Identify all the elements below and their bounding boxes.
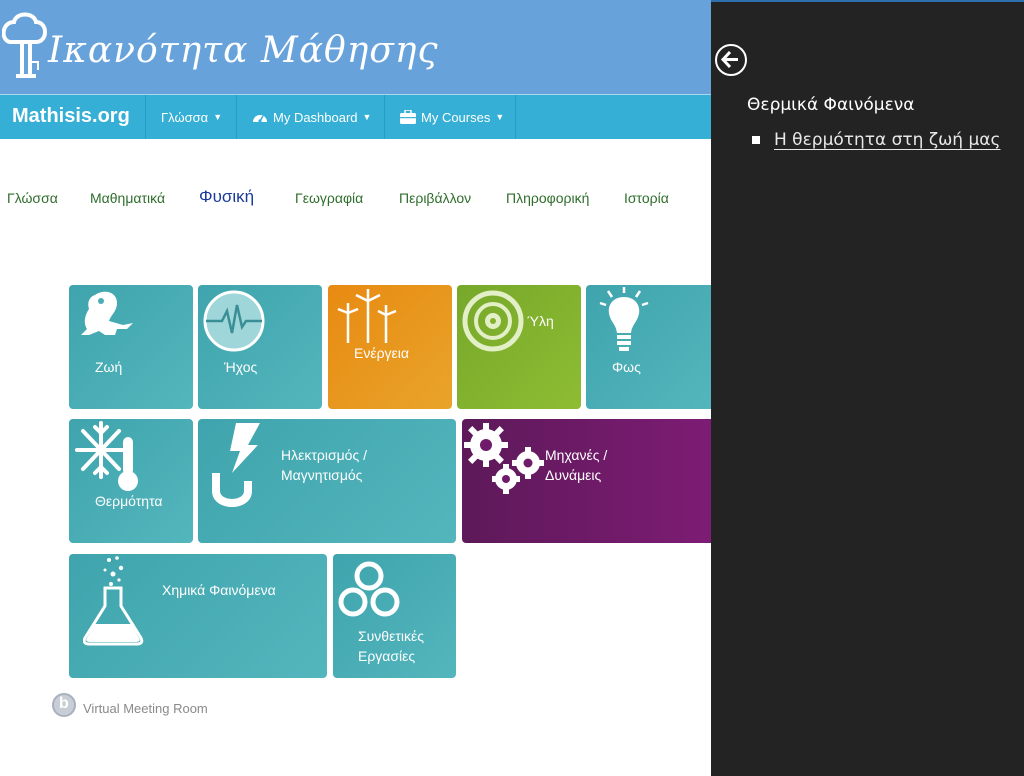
magnet-lightning-icon <box>212 423 260 507</box>
tile-light[interactable]: Φως <box>586 285 711 409</box>
language-menu-label: Γλώσσα <box>161 109 209 125</box>
subject-tab-history[interactable]: Ιστορία <box>624 190 669 206</box>
tile-machines[interactable]: Μηχανές / Δυνάμεις <box>462 419 711 543</box>
subject-tab-physics[interactable]: Φυσική <box>199 187 254 207</box>
dashboard-menu-label: My Dashboard <box>273 109 358 125</box>
waveform-icon <box>203 290 265 352</box>
language-menu-button[interactable]: Γλώσσα ▼ <box>146 95 237 139</box>
tile-heat[interactable]: Θερμότητα <box>69 419 193 543</box>
tile-synthetic-label-2: Εργασίες <box>358 648 416 664</box>
subject-tab-language[interactable]: Γλώσσα <box>7 190 58 206</box>
back-button[interactable] <box>715 44 747 76</box>
gears-icon <box>464 423 544 494</box>
tile-energy[interactable]: Ενέργεια <box>328 285 452 409</box>
tile-life-label: Ζωή <box>95 359 123 375</box>
main-navbar: Mathisis.org Γλώσσα ▼ My Dashboard ▼ My … <box>0 94 711 139</box>
site-logo-text[interactable]: Ικανότητα Μάθησης <box>48 30 439 71</box>
tile-life[interactable]: Ζωή <box>69 285 193 409</box>
bigbluebutton-icon[interactable]: b <box>52 693 76 717</box>
tile-synthetic[interactable]: Συνθετικές Εργασίες <box>333 554 456 678</box>
subject-tab-informatics[interactable]: Πληροφορική <box>506 190 589 206</box>
courses-menu-label: My Courses <box>421 109 491 125</box>
caret-down-icon: ▼ <box>495 112 505 122</box>
wind-turbines-icon <box>337 289 397 343</box>
tile-heat-label: Θερμότητα <box>95 493 163 509</box>
caret-down-icon: ▼ <box>362 112 372 122</box>
frog-icon <box>81 291 133 335</box>
page: Ικανότητα Μάθησης Mathisis.org Γλώσσα ▼ … <box>0 0 1024 776</box>
arrow-left-icon <box>720 50 738 69</box>
subject-tab-environment[interactable]: Περιβάλλον <box>399 190 471 206</box>
dashboard-gauge-icon <box>253 115 267 123</box>
subject-tab-math[interactable]: Μαθηματικά <box>90 190 165 206</box>
tile-machines-label-2: Δυνάμεις <box>545 467 602 483</box>
side-panel: Θερμικά Φαινόμενα Η θερμότητα στη ζωή μα… <box>711 0 1024 776</box>
virtual-meeting-room-link[interactable]: Virtual Meeting Room <box>83 701 208 716</box>
tile-matter-label: Ύλη <box>527 313 554 329</box>
trefoil-knot-icon <box>338 561 400 617</box>
bigbluebutton-icon-letter: b <box>59 695 69 712</box>
tile-chemical-label: Χημικά Φαινόμενα <box>162 582 276 598</box>
site-banner: Ικανότητα Μάθησης <box>0 0 711 94</box>
panel-title: Θερμικά Φαινόμενα <box>747 95 915 115</box>
atom-rings-icon <box>462 290 524 352</box>
bullet-marker <box>752 136 760 144</box>
tile-electricity[interactable]: Ηλεκτρισμός / Μαγνητισμός <box>198 419 456 543</box>
tile-sound[interactable]: Ήχος <box>198 285 322 409</box>
caret-down-icon: ▼ <box>213 112 223 122</box>
tile-synthetic-label-1: Συνθετικές <box>358 628 424 644</box>
tile-energy-label: Ενέργεια <box>354 345 409 361</box>
tree-logo-icon <box>2 12 47 78</box>
nav-divider <box>515 95 516 139</box>
panel-link-heat-in-life[interactable]: Η θερμότητα στη ζωή μας <box>774 130 1001 150</box>
tile-light-label: Φως <box>612 359 641 375</box>
lightbulb-icon <box>599 287 649 351</box>
dashboard-menu-button[interactable]: My Dashboard ▼ <box>237 95 386 139</box>
tile-electricity-label-1: Ηλεκτρισμός / <box>281 447 367 463</box>
flask-icon <box>83 556 144 646</box>
tile-electricity-label-2: Μαγνητισμός <box>281 467 363 483</box>
subject-tab-geography[interactable]: Γεωγραφία <box>295 190 363 206</box>
tile-sound-label: Ήχος <box>224 359 258 375</box>
tile-machines-label-1: Μηχανές / <box>545 447 608 463</box>
tile-matter[interactable]: Ύλη <box>457 285 581 409</box>
briefcase-icon <box>400 110 416 124</box>
brand-link[interactable]: Mathisis.org <box>12 105 130 128</box>
tile-chemical[interactable]: Χημικά Φαινόμενα <box>69 554 327 678</box>
courses-menu-button[interactable]: My Courses ▼ <box>385 95 519 139</box>
snowflake-thermometer-icon <box>75 421 138 491</box>
